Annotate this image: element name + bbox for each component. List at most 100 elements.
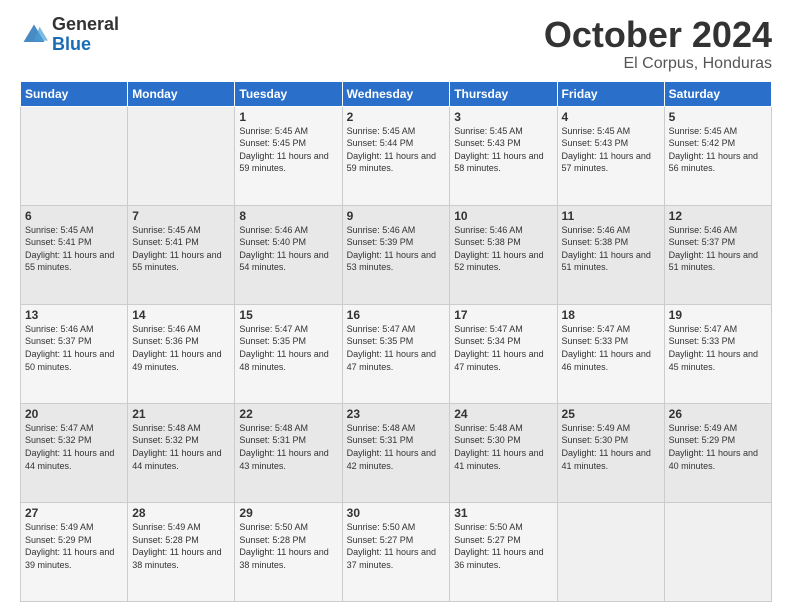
calendar-cell: 9Sunrise: 5:46 AM Sunset: 5:39 PM Daylig… [342,205,450,304]
day-number: 25 [562,407,660,421]
day-number: 20 [25,407,123,421]
calendar-cell: 1Sunrise: 5:45 AM Sunset: 5:45 PM Daylig… [235,106,342,205]
day-info: Sunrise: 5:45 AM Sunset: 5:41 PM Dayligh… [25,224,123,274]
day-info: Sunrise: 5:49 AM Sunset: 5:28 PM Dayligh… [132,521,230,571]
day-number: 8 [239,209,337,223]
calendar-cell: 28Sunrise: 5:49 AM Sunset: 5:28 PM Dayli… [128,502,235,601]
day-number: 5 [669,110,767,124]
calendar-cell: 27Sunrise: 5:49 AM Sunset: 5:29 PM Dayli… [21,502,128,601]
calendar-cell: 15Sunrise: 5:47 AM Sunset: 5:35 PM Dayli… [235,304,342,403]
calendar-cell: 18Sunrise: 5:47 AM Sunset: 5:33 PM Dayli… [557,304,664,403]
day-info: Sunrise: 5:45 AM Sunset: 5:45 PM Dayligh… [239,125,337,175]
calendar-cell: 20Sunrise: 5:47 AM Sunset: 5:32 PM Dayli… [21,403,128,502]
title-block: October 2024 El Corpus, Honduras [544,15,772,73]
header-thursday: Thursday [450,81,557,106]
calendar: Sunday Monday Tuesday Wednesday Thursday… [20,81,772,602]
day-info: Sunrise: 5:49 AM Sunset: 5:29 PM Dayligh… [25,521,123,571]
header-monday: Monday [128,81,235,106]
day-info: Sunrise: 5:46 AM Sunset: 5:38 PM Dayligh… [562,224,660,274]
logo-general-text: General [52,14,119,34]
day-number: 28 [132,506,230,520]
day-info: Sunrise: 5:46 AM Sunset: 5:39 PM Dayligh… [347,224,446,274]
calendar-cell: 19Sunrise: 5:47 AM Sunset: 5:33 PM Dayli… [664,304,771,403]
day-info: Sunrise: 5:46 AM Sunset: 5:37 PM Dayligh… [25,323,123,373]
calendar-cell: 16Sunrise: 5:47 AM Sunset: 5:35 PM Dayli… [342,304,450,403]
calendar-cell: 31Sunrise: 5:50 AM Sunset: 5:27 PM Dayli… [450,502,557,601]
week-row-2: 6Sunrise: 5:45 AM Sunset: 5:41 PM Daylig… [21,205,772,304]
header-friday: Friday [557,81,664,106]
week-row-1: 1Sunrise: 5:45 AM Sunset: 5:45 PM Daylig… [21,106,772,205]
day-number: 2 [347,110,446,124]
day-info: Sunrise: 5:47 AM Sunset: 5:32 PM Dayligh… [25,422,123,472]
day-info: Sunrise: 5:49 AM Sunset: 5:29 PM Dayligh… [669,422,767,472]
calendar-cell: 11Sunrise: 5:46 AM Sunset: 5:38 PM Dayli… [557,205,664,304]
day-info: Sunrise: 5:48 AM Sunset: 5:31 PM Dayligh… [239,422,337,472]
calendar-cell: 4Sunrise: 5:45 AM Sunset: 5:43 PM Daylig… [557,106,664,205]
logo: General Blue [20,15,119,55]
calendar-cell: 12Sunrise: 5:46 AM Sunset: 5:37 PM Dayli… [664,205,771,304]
day-info: Sunrise: 5:46 AM Sunset: 5:40 PM Dayligh… [239,224,337,274]
day-number: 9 [347,209,446,223]
day-number: 17 [454,308,552,322]
day-info: Sunrise: 5:45 AM Sunset: 5:43 PM Dayligh… [562,125,660,175]
calendar-cell [557,502,664,601]
calendar-cell: 10Sunrise: 5:46 AM Sunset: 5:38 PM Dayli… [450,205,557,304]
day-number: 12 [669,209,767,223]
day-number: 21 [132,407,230,421]
day-number: 30 [347,506,446,520]
day-number: 24 [454,407,552,421]
calendar-cell [128,106,235,205]
calendar-cell [21,106,128,205]
day-number: 26 [669,407,767,421]
calendar-cell: 21Sunrise: 5:48 AM Sunset: 5:32 PM Dayli… [128,403,235,502]
calendar-cell [664,502,771,601]
calendar-cell: 2Sunrise: 5:45 AM Sunset: 5:44 PM Daylig… [342,106,450,205]
week-row-4: 20Sunrise: 5:47 AM Sunset: 5:32 PM Dayli… [21,403,772,502]
day-info: Sunrise: 5:45 AM Sunset: 5:41 PM Dayligh… [132,224,230,274]
week-row-3: 13Sunrise: 5:46 AM Sunset: 5:37 PM Dayli… [21,304,772,403]
day-number: 31 [454,506,552,520]
day-number: 18 [562,308,660,322]
day-number: 7 [132,209,230,223]
calendar-cell: 7Sunrise: 5:45 AM Sunset: 5:41 PM Daylig… [128,205,235,304]
day-number: 10 [454,209,552,223]
calendar-cell: 17Sunrise: 5:47 AM Sunset: 5:34 PM Dayli… [450,304,557,403]
header-sunday: Sunday [21,81,128,106]
calendar-cell: 25Sunrise: 5:49 AM Sunset: 5:30 PM Dayli… [557,403,664,502]
day-info: Sunrise: 5:45 AM Sunset: 5:43 PM Dayligh… [454,125,552,175]
calendar-cell: 8Sunrise: 5:46 AM Sunset: 5:40 PM Daylig… [235,205,342,304]
header-tuesday: Tuesday [235,81,342,106]
day-info: Sunrise: 5:46 AM Sunset: 5:38 PM Dayligh… [454,224,552,274]
calendar-cell: 22Sunrise: 5:48 AM Sunset: 5:31 PM Dayli… [235,403,342,502]
calendar-cell: 6Sunrise: 5:45 AM Sunset: 5:41 PM Daylig… [21,205,128,304]
location-subtitle: El Corpus, Honduras [544,55,772,73]
day-number: 4 [562,110,660,124]
day-info: Sunrise: 5:45 AM Sunset: 5:42 PM Dayligh… [669,125,767,175]
calendar-cell: 13Sunrise: 5:46 AM Sunset: 5:37 PM Dayli… [21,304,128,403]
header: General Blue October 2024 El Corpus, Hon… [20,15,772,73]
calendar-cell: 29Sunrise: 5:50 AM Sunset: 5:28 PM Dayli… [235,502,342,601]
calendar-cell: 14Sunrise: 5:46 AM Sunset: 5:36 PM Dayli… [128,304,235,403]
calendar-cell: 26Sunrise: 5:49 AM Sunset: 5:29 PM Dayli… [664,403,771,502]
calendar-cell: 3Sunrise: 5:45 AM Sunset: 5:43 PM Daylig… [450,106,557,205]
day-info: Sunrise: 5:45 AM Sunset: 5:44 PM Dayligh… [347,125,446,175]
calendar-cell: 23Sunrise: 5:48 AM Sunset: 5:31 PM Dayli… [342,403,450,502]
day-info: Sunrise: 5:48 AM Sunset: 5:31 PM Dayligh… [347,422,446,472]
calendar-cell: 30Sunrise: 5:50 AM Sunset: 5:27 PM Dayli… [342,502,450,601]
day-number: 22 [239,407,337,421]
week-row-5: 27Sunrise: 5:49 AM Sunset: 5:29 PM Dayli… [21,502,772,601]
day-info: Sunrise: 5:50 AM Sunset: 5:28 PM Dayligh… [239,521,337,571]
day-number: 1 [239,110,337,124]
day-info: Sunrise: 5:48 AM Sunset: 5:32 PM Dayligh… [132,422,230,472]
day-number: 13 [25,308,123,322]
day-info: Sunrise: 5:47 AM Sunset: 5:33 PM Dayligh… [562,323,660,373]
logo-icon [20,21,48,49]
day-number: 14 [132,308,230,322]
day-number: 3 [454,110,552,124]
logo-text: General Blue [52,15,119,55]
header-wednesday: Wednesday [342,81,450,106]
weekday-header-row: Sunday Monday Tuesday Wednesday Thursday… [21,81,772,106]
day-info: Sunrise: 5:49 AM Sunset: 5:30 PM Dayligh… [562,422,660,472]
day-info: Sunrise: 5:47 AM Sunset: 5:34 PM Dayligh… [454,323,552,373]
day-number: 16 [347,308,446,322]
